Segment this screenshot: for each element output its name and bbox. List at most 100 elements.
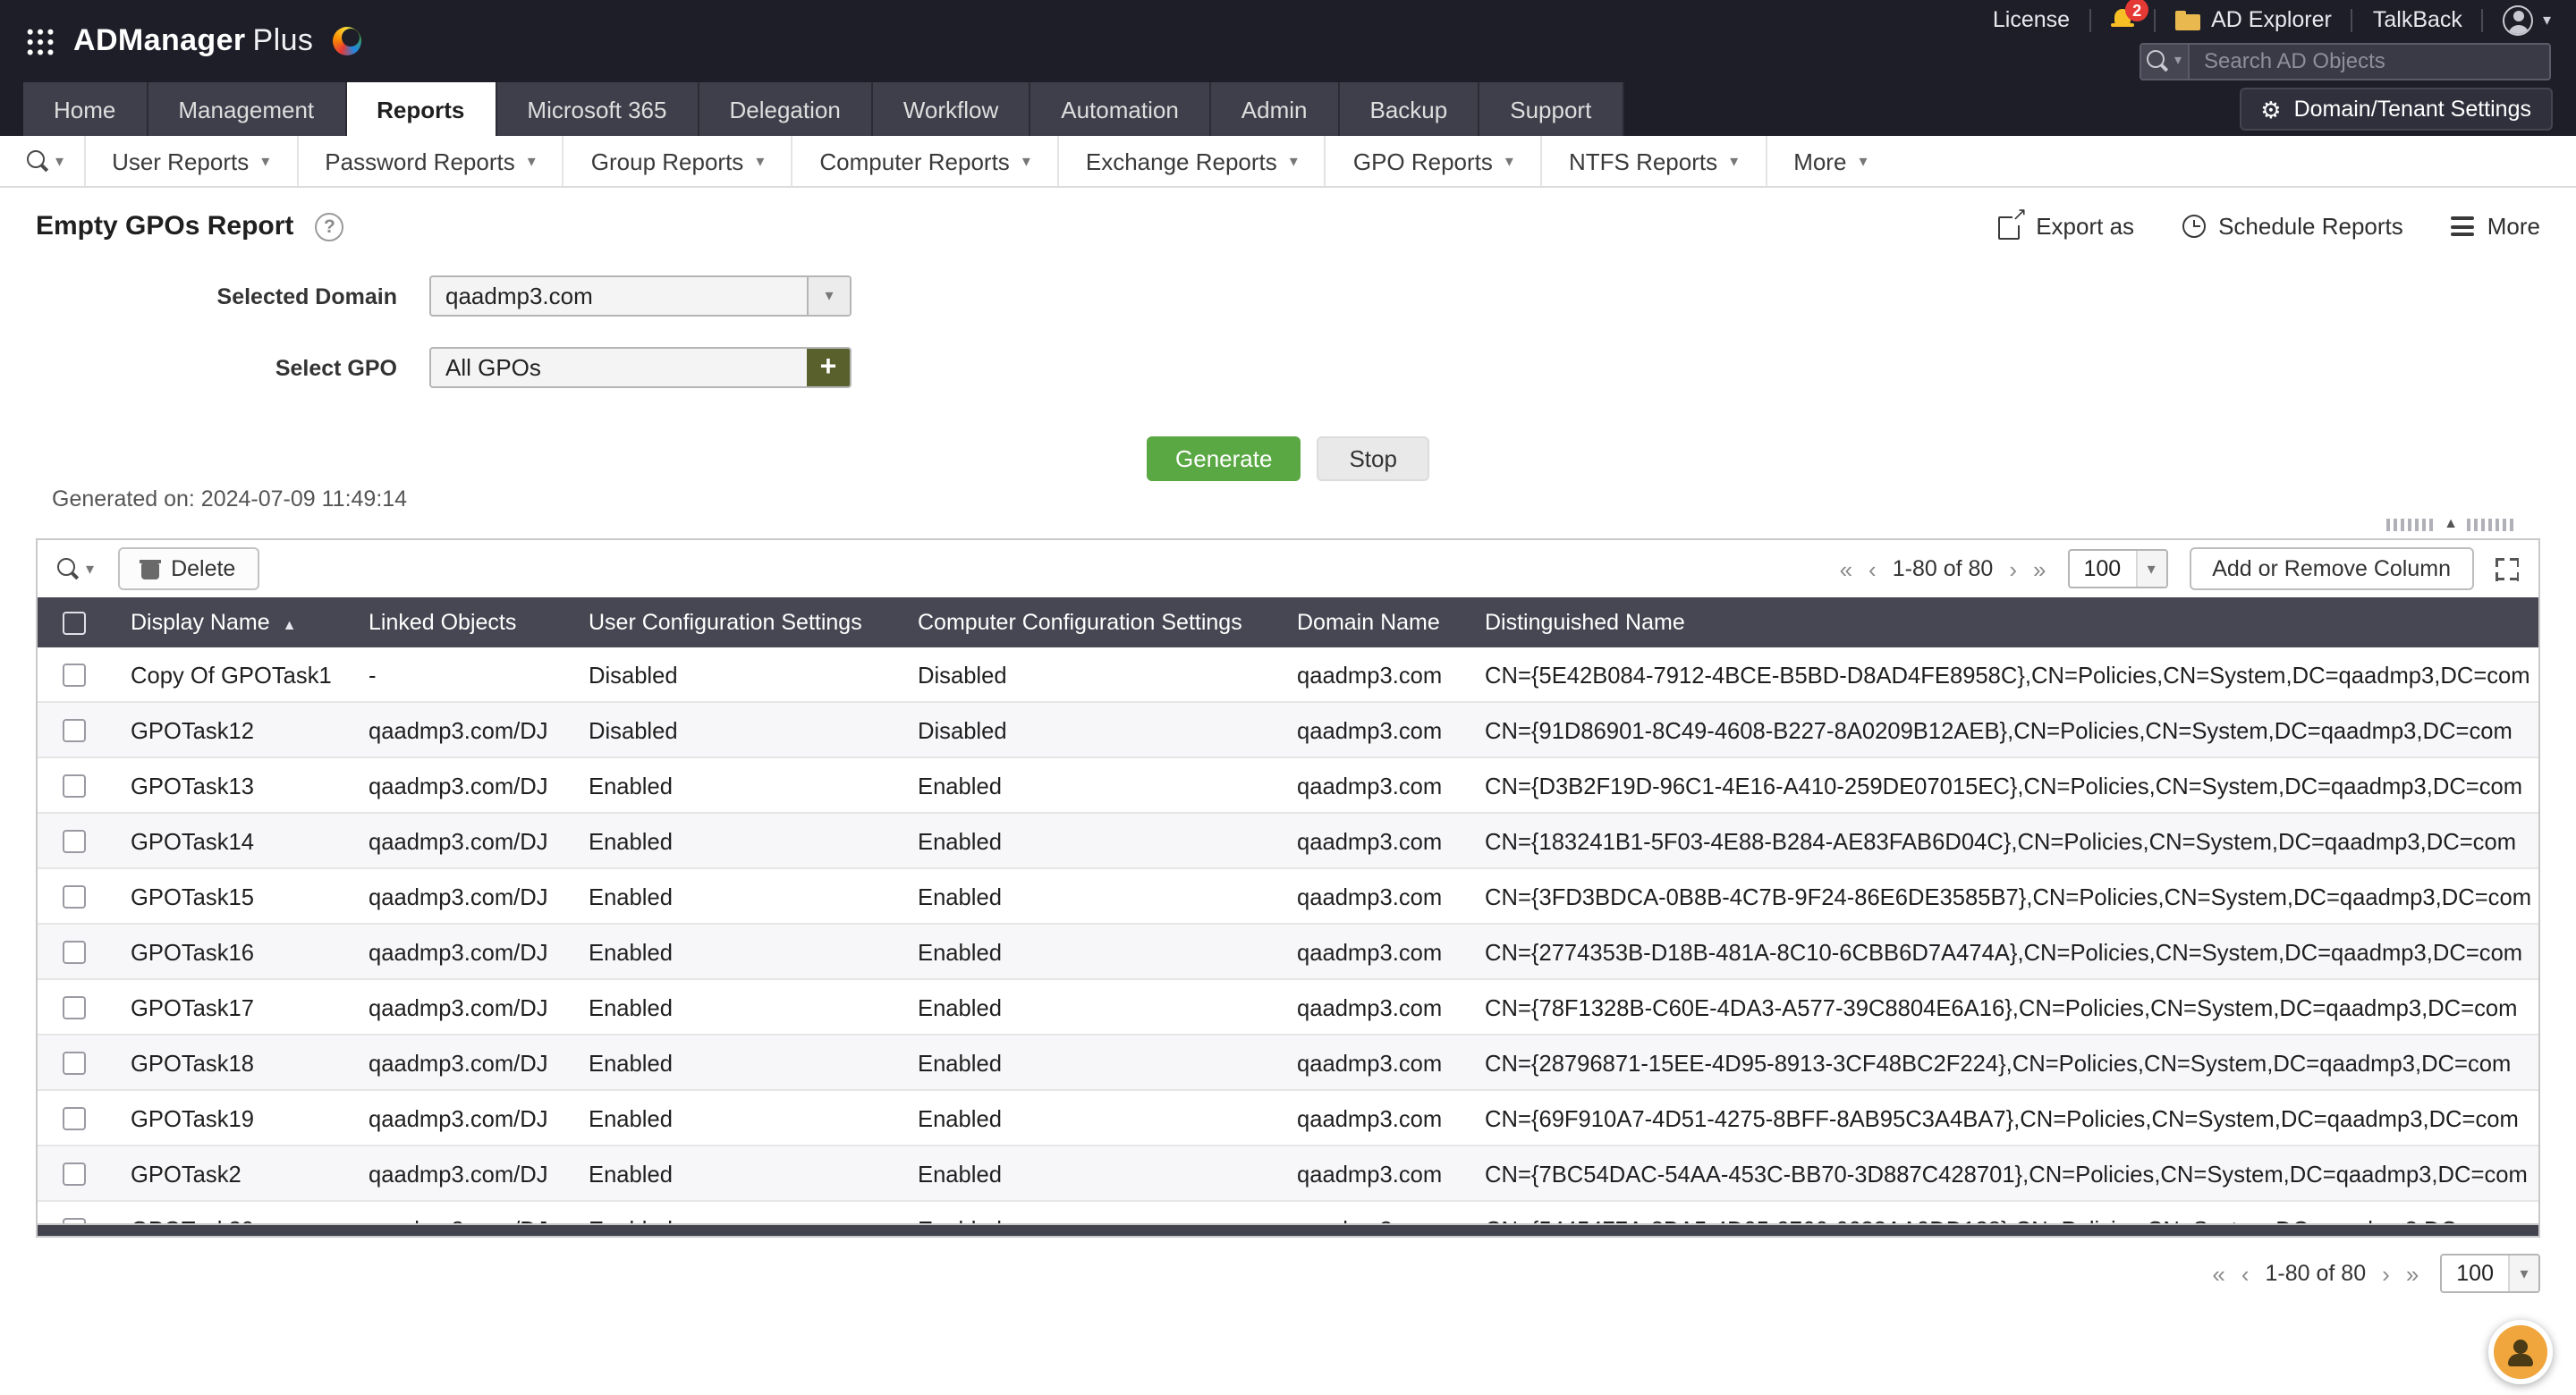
reportnav-more[interactable]: More▾	[1765, 136, 1894, 186]
table-row[interactable]: GPOTask17 qaadmp3.com/DJ Enabled Enabled…	[38, 980, 2538, 1036]
next-page-button[interactable]: ›	[2382, 1262, 2390, 1285]
talkback-link[interactable]: TalkBack	[2373, 7, 2462, 32]
cell-distinguished-name: CN={7BC54DAC-54AA-453C-BB70-3D887C428701…	[1463, 1160, 2538, 1187]
cell-display-name: GPOTask16	[109, 938, 347, 965]
column-linked-objects[interactable]: Linked Objects	[347, 610, 567, 635]
add-remove-column-button[interactable]: Add or Remove Column	[2189, 547, 2474, 590]
reportnav-user-reports[interactable]: User Reports▾	[83, 136, 296, 186]
first-page-button[interactable]: «	[2212, 1262, 2224, 1285]
tab-reports[interactable]: Reports	[346, 82, 496, 136]
page-range: 1-80 of 80	[2266, 1261, 2367, 1286]
report-search-button[interactable]: ▾	[7, 136, 83, 186]
tab-microsoft-365[interactable]: Microsoft 365	[496, 82, 699, 136]
chevron-down-glyph: ▾	[2520, 1265, 2528, 1281]
chevron-down-icon[interactable]: ▾	[807, 277, 850, 315]
next-page-button[interactable]: ›	[2009, 557, 2017, 580]
table-row[interactable]: GPOTask2 qaadmp3.com/DJ Enabled Enabled …	[38, 1146, 2538, 1202]
first-page-button[interactable]: «	[1840, 557, 1852, 580]
row-checkbox[interactable]	[62, 718, 85, 741]
row-checkbox[interactable]	[62, 884, 85, 908]
more-label: More	[2487, 213, 2540, 240]
tab-management[interactable]: Management	[148, 82, 346, 136]
cell-computer-config: Enabled	[896, 993, 1275, 1020]
reportnav-gpo-reports[interactable]: GPO Reports▾	[1325, 136, 1540, 186]
chevron-down-icon: ▾	[1022, 153, 1030, 169]
select-all-checkbox[interactable]	[62, 611, 85, 634]
selected-domain-select[interactable]: qaadmp3.com ▾	[429, 275, 852, 317]
table-row[interactable]: GPOTask12 qaadmp3.com/DJ Disabled Disabl…	[38, 703, 2538, 758]
row-checkbox[interactable]	[62, 774, 85, 797]
reportnav-ntfs-reports[interactable]: NTFS Reports▾	[1540, 136, 1765, 186]
table-row[interactable]: GPOTask13 qaadmp3.com/DJ Enabled Enabled…	[38, 758, 2538, 814]
generate-button[interactable]: Generate	[1147, 436, 1301, 481]
ad-explorer-link[interactable]: AD Explorer	[2175, 7, 2332, 32]
sort-asc-icon: ▲	[283, 617, 297, 633]
table-row[interactable]: GPOTask18 qaadmp3.com/DJ Enabled Enabled…	[38, 1036, 2538, 1091]
row-checkbox[interactable]	[62, 829, 85, 852]
row-checkbox[interactable]	[62, 1051, 85, 1074]
search-input[interactable]	[2190, 44, 2549, 78]
row-checkbox[interactable]	[62, 663, 85, 686]
row-checkbox[interactable]	[62, 1217, 85, 1223]
prev-page-button[interactable]: ‹	[1868, 557, 1877, 580]
tab-admin[interactable]: Admin	[1211, 82, 1340, 136]
row-checkbox[interactable]	[62, 1162, 85, 1185]
collapse-toolbar-handle[interactable]: ▲	[2386, 517, 2515, 531]
tab-delegation[interactable]: Delegation	[699, 82, 873, 136]
apps-grid-icon[interactable]	[25, 27, 54, 55]
expand-icon[interactable]	[2496, 557, 2519, 580]
reportnav-label: User Reports	[112, 148, 249, 174]
table-row[interactable]: Copy Of GPOTask1 - Disabled Disabled qaa…	[38, 647, 2538, 703]
table-row[interactable]: GPOTask14 qaadmp3.com/DJ Enabled Enabled…	[38, 814, 2538, 869]
delete-button[interactable]: Delete	[117, 547, 258, 590]
support-chat-button[interactable]	[2488, 1320, 2553, 1384]
column-display-name[interactable]: Display Name▲	[109, 610, 347, 635]
last-page-button[interactable]: »	[2033, 557, 2046, 580]
last-page-button[interactable]: »	[2406, 1262, 2419, 1285]
page-size-select[interactable]: 100 ▾	[2067, 549, 2167, 588]
table-scrollbar[interactable]	[38, 1223, 2538, 1236]
page-size-select[interactable]: 100 ▾	[2440, 1254, 2540, 1293]
tab-automation[interactable]: Automation	[1030, 82, 1211, 136]
column-user-config[interactable]: User Configuration Settings	[567, 610, 896, 635]
divider	[2351, 8, 2353, 31]
add-gpo-button[interactable]: +	[807, 349, 850, 386]
row-checkbox[interactable]	[62, 995, 85, 1019]
user-menu[interactable]: ▾	[2504, 4, 2551, 35]
page-size-value: 100	[2069, 551, 2135, 587]
reportnav-group-reports[interactable]: Group Reports▾	[563, 136, 792, 186]
table-row[interactable]: GPOTask16 qaadmp3.com/DJ Enabled Enabled…	[38, 925, 2538, 980]
row-checkbox[interactable]	[62, 940, 85, 963]
table-row[interactable]: GPOTask19 qaadmp3.com/DJ Enabled Enabled…	[38, 1091, 2538, 1146]
search-scope-button[interactable]: ▾	[2141, 44, 2190, 78]
schedule-reports-button[interactable]: Schedule Reports	[2182, 213, 2403, 240]
tab-backup[interactable]: Backup	[1340, 82, 1480, 136]
tab-workflow[interactable]: Workflow	[873, 82, 1030, 136]
column-domain-name[interactable]: Domain Name	[1275, 610, 1463, 635]
domain-tenant-settings-button[interactable]: ⚙ Domain/Tenant Settings	[2239, 88, 2553, 131]
export-as-button[interactable]: Export as	[1998, 213, 2134, 240]
tab-home[interactable]: Home	[23, 82, 148, 136]
more-actions-button[interactable]: More	[2452, 213, 2540, 240]
chevron-down-icon: ▾	[2508, 1256, 2538, 1291]
help-icon[interactable]: ?	[315, 212, 343, 241]
cell-linked-objects: qaadmp3.com/DJ	[347, 827, 567, 854]
table-row[interactable]: GPOTask15 qaadmp3.com/DJ Enabled Enabled…	[38, 869, 2538, 925]
prev-page-button[interactable]: ‹	[2241, 1262, 2250, 1285]
tab-support[interactable]: Support	[1479, 82, 1623, 136]
select-gpo-field[interactable]: All GPOs +	[429, 347, 852, 388]
license-link[interactable]: License	[1993, 7, 2070, 32]
row-checkbox[interactable]	[62, 1106, 85, 1129]
notifications-button[interactable]: 2	[2111, 9, 2134, 30]
cell-domain-name: qaadmp3.com	[1275, 827, 1463, 854]
chevron-down-icon: ▾	[2174, 54, 2182, 68]
reportnav-exchange-reports[interactable]: Exchange Reports▾	[1057, 136, 1325, 186]
reportnav-password-reports[interactable]: Password Reports▾	[296, 136, 563, 186]
table-row[interactable]: GPOTask20 qaadmp3.com/DJ Enabled Enabled…	[38, 1202, 2538, 1223]
column-search-button[interactable]: ▾	[57, 557, 94, 580]
column-distinguished-name[interactable]: Distinguished Name	[1463, 610, 2538, 635]
stop-button[interactable]: Stop	[1317, 436, 1429, 481]
reportnav-computer-reports[interactable]: Computer Reports▾	[791, 136, 1057, 186]
chevron-down-icon: ▾	[55, 153, 64, 169]
column-computer-config[interactable]: Computer Configuration Settings	[896, 610, 1275, 635]
